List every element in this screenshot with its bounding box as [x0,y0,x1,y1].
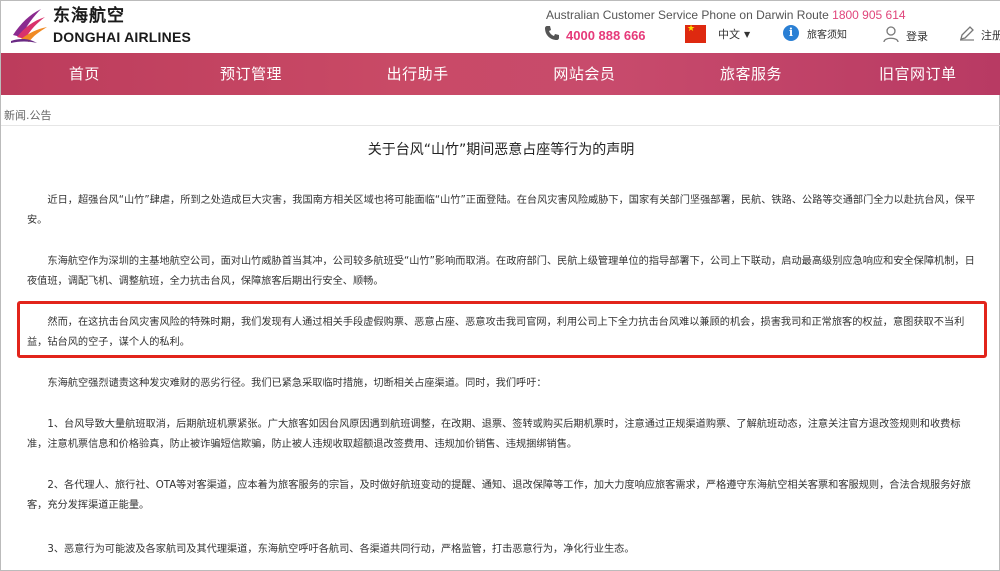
login-link[interactable]: 登录 [882,25,928,47]
notice-label: 旅客须知 [807,29,847,41]
nav-travel-assistant[interactable]: 出行助手 [334,53,501,95]
main-nav: 首页 预订管理 出行助手 网站会员 旅客服务 旧官网订单 [1,53,1000,95]
logo-cn: 东海航空 [53,6,125,26]
nav-passenger-service[interactable]: 旅客服务 [668,53,835,95]
header-tools: 4000 888 666 中文 ▼ i 旅客须知 登录 注册 [1,24,1000,47]
language-label: 中文 [718,28,740,41]
cs-phone-line: Australian Customer Service Phone on Dar… [546,8,906,22]
divider [1,125,1000,126]
china-flag-icon [685,24,706,43]
caret-down-icon: ▼ [744,29,751,39]
nav-home[interactable]: 首页 [1,53,168,95]
register-label: 注册 [981,29,1000,42]
nav-old-site-orders[interactable]: 旧官网订单 [834,53,1000,95]
register-link[interactable]: 注册 [959,25,1000,45]
login-label: 登录 [906,30,928,43]
phone-icon [544,25,560,45]
nav-membership[interactable]: 网站会员 [501,53,668,95]
nav-booking-management[interactable]: 预订管理 [168,53,335,95]
edit-icon [959,25,975,45]
article-paragraph-5: 1、台风导致大量航班取消，后期航班机票紧张。广大旅客如因台风原因遇到航班调整，在… [27,419,961,450]
cs-phone-number: 1800 905 614 [832,8,906,22]
hotline-number: 4000 888 666 [566,27,646,43]
user-icon [882,25,900,47]
site-header: 东海航空 DONGHAI AIRLINES Australian Custome… [1,1,1000,53]
breadcrumb[interactable]: 新闻.公告 [4,107,52,123]
language-selector[interactable]: 中文 ▼ [685,24,751,43]
article-paragraph-1: 近日，超强台风“山竹”肆虐，所到之处造成巨大灾害，我国南方相关区域也将可能面临“… [27,195,976,226]
article-paragraph-7: 3、恶意行为可能波及各家航司及其代理渠道，东海航空呼吁各航司、各渠道共同行动，严… [47,544,635,555]
highlight-annotation-box [17,301,987,358]
info-icon: i [783,25,799,41]
hotline: 4000 888 666 [544,25,646,45]
article-title: 关于台风“山竹”期间恶意占座等行为的声明 [367,142,635,158]
cs-phone-label: Australian Customer Service Phone on Dar… [546,8,829,22]
article-paragraph-6: 2、各代理人、旅行社、OTA等对客渠道，应本着为旅客服务的宗旨，及时做好航班变动… [27,480,971,511]
article-paragraph-4: 东海航空强烈谴责这种发灾难财的恶劣行径。我们已紧急采取临时措施，切断相关占座渠道… [47,378,547,389]
article-paragraph-2: 东海航空作为深圳的主基地航空公司，面对山竹威胁首当其冲，公司较多航班受“山竹”影… [27,256,975,287]
passenger-notice-link[interactable]: i 旅客须知 [783,25,847,41]
